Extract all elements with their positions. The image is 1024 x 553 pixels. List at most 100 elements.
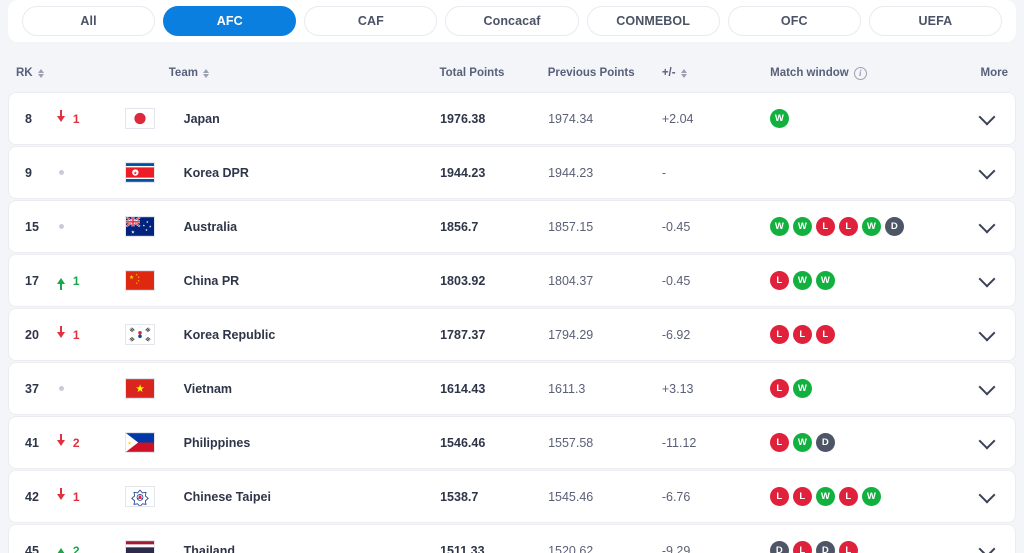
team-flag: ★: [125, 432, 169, 453]
points-difference-value: -0.45: [661, 273, 691, 288]
expand-row-button[interactable]: [953, 108, 1007, 127]
tab-uefa[interactable]: UEFA: [868, 6, 1002, 36]
table-row[interactable]: 41 2 ★ Philippines 1546.46 1557.58 -11.12 L W D: [8, 416, 1016, 469]
chevron-down-icon[interactable]: [978, 270, 996, 287]
sort-icon[interactable]: [680, 68, 687, 78]
column-header-difference[interactable]: +/-: [662, 67, 770, 79]
column-header-total-points[interactable]: Total Points: [439, 67, 547, 79]
team-name[interactable]: Philippines: [170, 436, 440, 450]
tab-all[interactable]: All: [22, 6, 156, 36]
expand-row-button[interactable]: [953, 432, 1007, 451]
match-window-results: LLWLW: [769, 487, 953, 506]
table-row[interactable]: 42 1 Chinese Taipei 1538.7 1545.46 -6.76 L L W L W: [8, 470, 1016, 523]
result-badge-l: L: [769, 379, 789, 398]
table-row[interactable]: 15 ★ ★ ★ ★ ★ Australia 1856.7 1857.15 -0.45 W W L L W D: [8, 200, 1016, 253]
result-badge-w: W: [792, 217, 812, 236]
rank-movement-down: 2: [56, 433, 125, 450]
table-row[interactable]: 17 1 ★ ★ ★ ★ ★ China PR 1803.92 1804.37 -0.45 L W W: [8, 254, 1016, 307]
flag-philippines-icon: ★: [125, 432, 156, 453]
result-badge-l: L: [792, 487, 812, 506]
points-difference-value: -6.92: [661, 327, 691, 342]
team-name[interactable]: Korea Republic: [170, 328, 440, 342]
table-row[interactable]: 8 1 Japan 1976.38 1974.34 +2.04 W: [8, 92, 1016, 145]
tab-label: All: [80, 14, 97, 28]
no-change-dot-icon: [58, 170, 64, 175]
svg-text:★: ★: [146, 220, 149, 224]
chevron-down-icon[interactable]: [978, 378, 996, 395]
tab-conmebol[interactable]: CONMEBOL: [586, 6, 720, 36]
expand-row-button[interactable]: [953, 162, 1007, 181]
expand-row-button[interactable]: [953, 270, 1007, 289]
table-row[interactable]: 9 ★ Korea DPR 1944.23 1944.23-: [8, 146, 1016, 199]
result-badge-l: L: [792, 325, 812, 344]
result-badge-w: W: [769, 217, 789, 236]
team-name[interactable]: Japan: [170, 112, 440, 126]
result-badge-l: L: [769, 433, 789, 452]
result-badge-list: DLDL: [769, 541, 858, 553]
match-window-results: LW: [769, 379, 953, 398]
expand-row-button[interactable]: [953, 324, 1007, 343]
previous-points-value: 1857.15: [548, 219, 594, 234]
column-header-previous-points[interactable]: Previous Points: [548, 67, 662, 79]
tab-caf[interactable]: CAF: [304, 6, 438, 36]
team-name[interactable]: Australia: [170, 220, 440, 234]
info-icon[interactable]: i: [853, 66, 867, 80]
chevron-down-icon[interactable]: [978, 540, 996, 553]
table-row[interactable]: 37 ★ Vietnam 1614.43 1611.3 +3.13 L W: [8, 362, 1016, 415]
chevron-down-icon[interactable]: [978, 108, 996, 125]
team-flag: ★ ★ ★ ★ ★: [125, 216, 169, 237]
arrow-up-icon: [56, 547, 67, 553]
flag-korea-dpr-icon: ★: [125, 162, 156, 183]
team-name[interactable]: Chinese Taipei: [170, 490, 440, 504]
team-flag: [125, 324, 169, 345]
total-points-value: 1944.23: [440, 165, 486, 180]
rank-movement-value: 1: [72, 111, 80, 126]
svg-text:★: ★: [136, 384, 145, 395]
match-window-results: DLDL: [769, 541, 953, 553]
chevron-down-icon[interactable]: [978, 486, 996, 503]
rank-movement-same: [56, 386, 125, 391]
confederation-tabs: All AFC CAF Concacaf CONMEBOL OFC UEFA: [8, 6, 1016, 36]
expand-row-button[interactable]: [953, 378, 1007, 397]
tab-concacaf[interactable]: Concacaf: [445, 6, 579, 36]
expand-row-button[interactable]: [953, 540, 1007, 553]
match-window-results: LWD: [769, 433, 953, 452]
confederation-filter-bar: All AFC CAF Concacaf CONMEBOL OFC UEFA: [8, 0, 1016, 42]
previous-points-value: 1944.23: [548, 165, 594, 180]
expand-row-button[interactable]: [953, 486, 1007, 505]
expand-row-button[interactable]: [953, 216, 1007, 235]
rank-movement-same: [56, 224, 125, 229]
column-header-team[interactable]: Team: [169, 67, 440, 79]
rank-value: 8: [25, 111, 32, 126]
table-row[interactable]: 45 2 Thailand 1511.33 1520.62 -9.29 D L D L: [8, 524, 1016, 553]
sort-icon[interactable]: [37, 68, 44, 78]
column-header-difference-label: +/-: [661, 67, 676, 79]
result-badge-w: W: [792, 433, 812, 452]
table-row[interactable]: 20 1 Korea Republic 1787.37 1794.29 -6.92 L L L: [8, 308, 1016, 361]
team-flag: [125, 108, 169, 129]
flag-japan-icon: [125, 108, 156, 129]
svg-text:★: ★: [136, 282, 138, 285]
team-name[interactable]: Vietnam: [170, 382, 440, 396]
previous-points-value: 1611.3: [548, 381, 586, 396]
rank-movement-up: 1: [56, 274, 125, 290]
arrow-down-icon: [56, 433, 67, 446]
chevron-down-icon[interactable]: [978, 162, 996, 179]
result-badge-list: LLWLW: [769, 487, 881, 506]
team-name[interactable]: Korea DPR: [170, 166, 440, 180]
team-name[interactable]: Thailand: [170, 544, 440, 553]
chevron-down-icon[interactable]: [978, 324, 996, 341]
chevron-down-icon[interactable]: [978, 432, 996, 449]
column-header-rank[interactable]: RK: [16, 67, 55, 79]
total-points-value: 1538.7: [440, 489, 479, 504]
result-badge-list: LWW: [769, 271, 835, 290]
sort-icon[interactable]: [202, 68, 209, 78]
ranking-table-body: 8 1 Japan 1976.38 1974.34 +2.04 W 9 ★ Korea DPR 19…: [0, 92, 1024, 553]
result-badge-d: D: [884, 217, 904, 236]
tab-afc[interactable]: AFC: [163, 6, 297, 36]
team-name[interactable]: China PR: [170, 274, 440, 288]
arrow-down-icon: [56, 109, 67, 122]
tab-ofc[interactable]: OFC: [727, 6, 861, 36]
chevron-down-icon[interactable]: [978, 216, 996, 233]
points-difference-value: -0.45: [661, 219, 691, 234]
